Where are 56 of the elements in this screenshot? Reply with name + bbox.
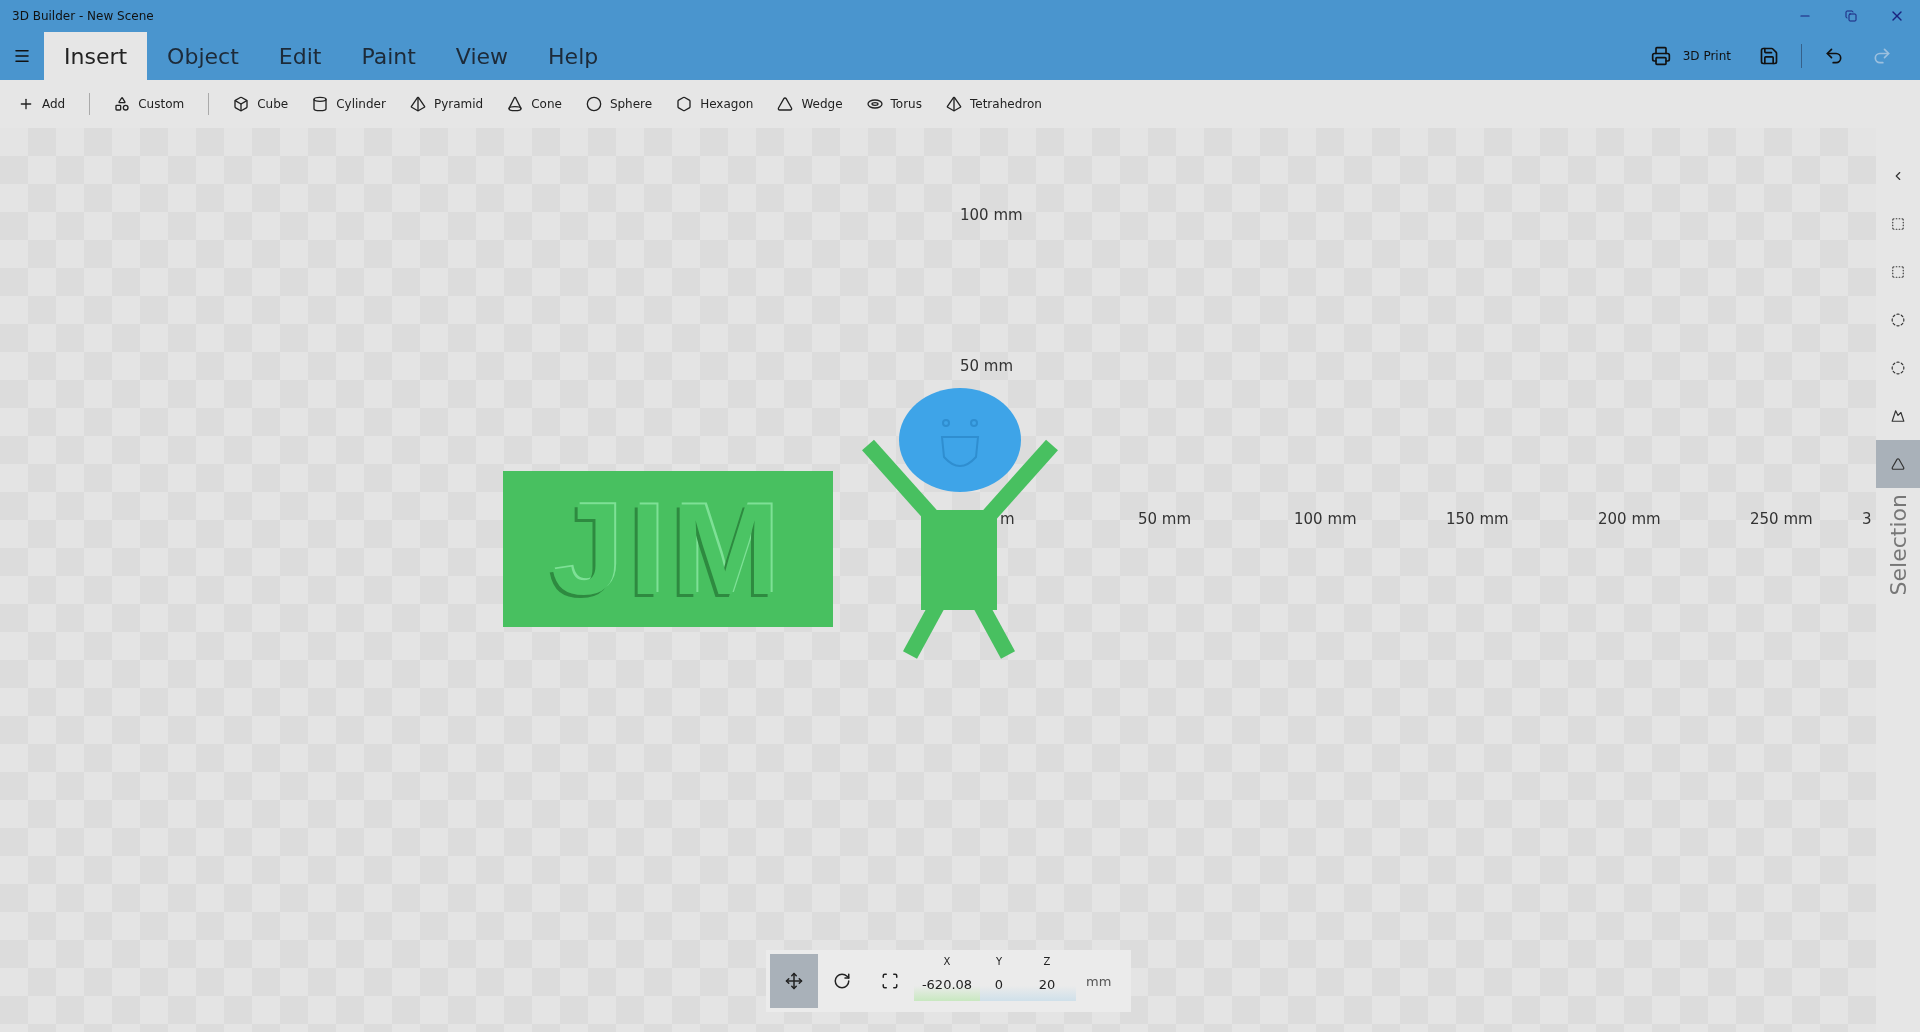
- restore-icon: [1845, 10, 1857, 22]
- save-icon: [1759, 46, 1779, 66]
- print-icon: [1650, 46, 1671, 66]
- ruler-label: 100 mm: [960, 206, 1023, 224]
- cylinder-button[interactable]: Cylinder: [300, 86, 398, 122]
- menu-tab[interactable]: Edit: [258, 32, 342, 80]
- menu-tab[interactable]: View: [435, 32, 529, 80]
- torus-button[interactable]: Torus: [854, 86, 934, 122]
- add-icon: [18, 96, 34, 112]
- hexagon-icon: [676, 96, 693, 112]
- unit-label: mm: [1085, 973, 1113, 989]
- torus-icon: [866, 96, 883, 112]
- sphere-button[interactable]: Sphere: [573, 86, 665, 122]
- menu-tab[interactable]: Insert: [44, 32, 148, 80]
- tetrahedron-button[interactable]: Tetrahedron: [934, 86, 1054, 122]
- undo-icon: [1824, 46, 1844, 66]
- menu-icon: [13, 47, 31, 65]
- cube-button[interactable]: Cube: [221, 86, 301, 122]
- print-button[interactable]: 3D Print: [1636, 32, 1745, 80]
- cone-button[interactable]: Cone: [495, 86, 574, 122]
- axis-label: X: [943, 956, 951, 967]
- rotate-icon: [833, 972, 851, 990]
- window-title: 3D Builder - New Scene: [12, 9, 155, 23]
- panel-label: Selection: [1885, 494, 1911, 596]
- ruler-label: 150 mm: [1446, 510, 1509, 528]
- custom-button[interactable]: Custom: [102, 86, 197, 122]
- wedge-icon: [777, 96, 794, 112]
- wedge-button[interactable]: Wedge: [765, 86, 855, 122]
- axis-label: Z: [1043, 956, 1051, 967]
- tetrahedron-icon: [946, 96, 962, 112]
- pyramid-button[interactable]: Pyramid: [397, 86, 496, 122]
- custom-icon: [114, 96, 131, 112]
- cone-icon: [507, 96, 524, 112]
- pyramid-icon: [409, 96, 426, 112]
- ruler-label: 100 mm: [1294, 510, 1357, 528]
- ruler-label: 200 mm: [1598, 510, 1661, 528]
- ruler-label: 250 mm: [1750, 510, 1813, 528]
- hexagon-button[interactable]: Hexagon: [664, 86, 766, 122]
- ruler-label: m: [1000, 510, 1015, 528]
- ruler-label: 3: [1862, 510, 1872, 528]
- select-triangle-button[interactable]: [1876, 440, 1920, 488]
- cube-icon: [233, 96, 250, 112]
- ruler-label: 50 mm: [1138, 510, 1192, 528]
- sphere-icon: [585, 96, 602, 112]
- menu-tab[interactable]: Object: [147, 32, 259, 80]
- cylinder-icon: [312, 96, 329, 112]
- axis-label: Y: [995, 956, 1003, 967]
- move-icon: [785, 972, 803, 990]
- redo-icon: [1872, 46, 1892, 66]
- stick-figure-drawing[interactable]: [860, 385, 1060, 660]
- ruler-label: 50 mm: [960, 357, 1014, 375]
- add-button[interactable]: Add: [6, 86, 78, 122]
- menu-tab[interactable]: Paint: [341, 32, 436, 80]
- move-button[interactable]: [770, 954, 818, 1008]
- scale-icon: [881, 972, 899, 990]
- menu-tab[interactable]: Help: [528, 32, 619, 80]
